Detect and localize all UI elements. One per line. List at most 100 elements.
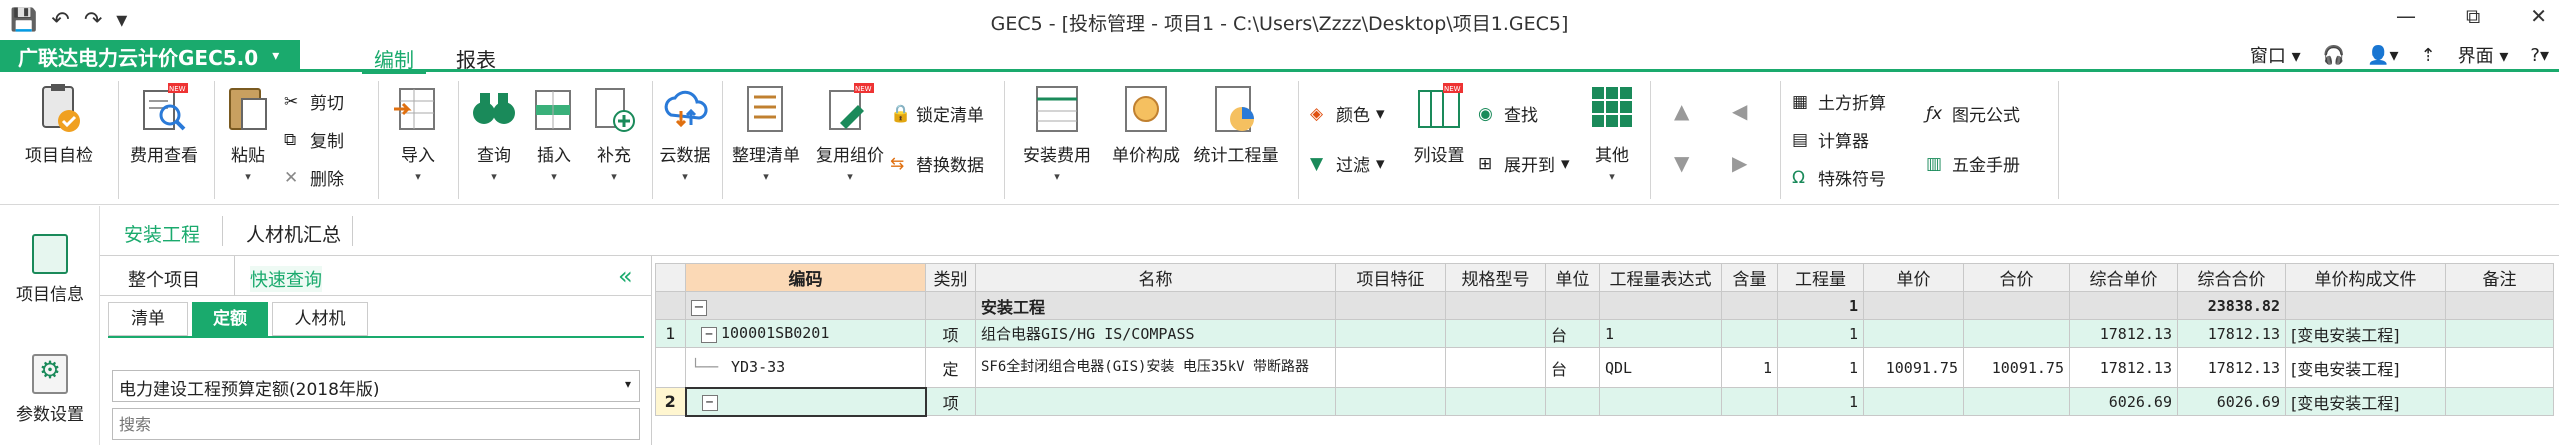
headset-icon[interactable]: 🎧 <box>2323 45 2345 66</box>
cell-name[interactable] <box>975 387 1336 416</box>
collapse-toggle-icon[interactable]: − <box>701 327 717 343</box>
organize-list-button[interactable]: 整理清单 ▾ <box>724 83 808 183</box>
copy-button[interactable]: ⧉ 复制 <box>284 127 344 153</box>
quota-library-select[interactable]: 电力建设工程预算定额(2018年版) ▾ <box>112 370 640 402</box>
reuse-price-button[interactable]: NEW 复用组价 ▾ <box>808 83 892 183</box>
user-icon[interactable]: 👤▾ <box>2367 45 2398 66</box>
cell-feature[interactable] <box>1335 291 1446 320</box>
header-spec[interactable]: 规格型号 <box>1445 263 1546 292</box>
header-comp-total[interactable]: 综合合价 <box>2177 263 2286 292</box>
install-fee-button[interactable]: 安装费用 ▾ <box>1012 83 1102 183</box>
cell-total[interactable] <box>1963 387 2070 416</box>
pin-icon[interactable]: ⇡ <box>2421 45 2436 66</box>
cell-type[interactable]: 定 <box>925 347 976 388</box>
collapse-toggle-icon[interactable]: − <box>701 395 718 411</box>
paste-button[interactable]: 粘贴 ▾ <box>220 83 276 183</box>
hardware-manual-button[interactable]: ▥ 五金手册 <box>1926 151 2020 177</box>
cell-code[interactable]: − <box>685 291 926 320</box>
cell-unit[interactable]: 台 <box>1545 347 1600 388</box>
tab-whole-project[interactable]: 整个项目 <box>128 266 200 292</box>
cell-file[interactable]: [变电安装工程] <box>2285 347 2446 388</box>
cell-qty[interactable]: 1 <box>1777 347 1864 388</box>
cell-feature[interactable] <box>1335 319 1446 348</box>
undo-icon[interactable]: ↶ <box>51 8 69 33</box>
header-code[interactable]: 编码 <box>685 263 926 292</box>
minimize-button[interactable]: — <box>2396 4 2416 28</box>
cell-file[interactable]: [变电安装工程] <box>2285 319 2446 348</box>
header-comp-price[interactable]: 综合单价 <box>2069 263 2178 292</box>
header-name[interactable]: 名称 <box>975 263 1336 292</box>
project-check-button[interactable]: 项目自检 <box>14 83 104 166</box>
table-row[interactable]: └── YD3-33 定 SF6全封闭组合电器(GIS)安装 电压35kV 带断路… <box>655 347 2554 388</box>
cell-comp-total[interactable]: 6026.69 <box>2177 387 2286 416</box>
tab-edit[interactable]: 编制 <box>362 44 426 74</box>
restore-button[interactable]: ⧉ <box>2466 4 2480 28</box>
query-button[interactable]: 查询 ▾ <box>466 83 522 183</box>
expand-to-button[interactable]: ⊞ 展开到 ▾ <box>1478 151 1570 177</box>
insert-button[interactable]: 插入 ▾ <box>526 83 582 183</box>
element-formula-button[interactable]: ƒx 图元公式 <box>1926 101 2020 127</box>
cell-feature[interactable] <box>1335 347 1446 388</box>
special-symbol-button[interactable]: Ω 特殊符号 <box>1792 165 1886 191</box>
cell-total[interactable] <box>1963 291 2070 320</box>
cell-note[interactable] <box>2445 319 2554 348</box>
cell-price[interactable]: 10091.75 <box>1863 347 1964 388</box>
delete-button[interactable]: ✕ 删除 <box>284 165 344 191</box>
nav-project-info[interactable]: 项目信息 <box>0 234 100 305</box>
cell-price[interactable] <box>1863 319 1964 348</box>
cell-unit[interactable]: 台 <box>1545 319 1600 348</box>
redo-icon[interactable]: ↷ <box>84 8 102 33</box>
cell-qty[interactable]: 1 <box>1777 291 1864 320</box>
header-total[interactable]: 合价 <box>1963 263 2070 292</box>
move-up-icon[interactable]: ▲ <box>1674 99 1689 123</box>
cell-name[interactable]: 安装工程 <box>975 291 1336 320</box>
cell-comp-total[interactable]: 17812.13 <box>2177 347 2286 388</box>
header-content[interactable]: 含量 <box>1721 263 1778 292</box>
supplement-button[interactable]: 补充 ▾ <box>586 83 642 183</box>
cell-price[interactable] <box>1863 387 1964 416</box>
cell-type[interactable] <box>925 291 976 320</box>
subtab-list[interactable]: 清单 <box>108 302 188 336</box>
cell-qty[interactable]: 1 <box>1777 387 1864 416</box>
subtab-quota[interactable]: 定额 <box>192 302 268 336</box>
cell-comp-total[interactable]: 17812.13 <box>2177 319 2286 348</box>
cell-comp-total[interactable]: 23838.82 <box>2177 291 2286 320</box>
subtab-labor[interactable]: 人材机 <box>272 302 368 336</box>
header-type[interactable]: 类别 <box>925 263 976 292</box>
cell-code[interactable]: └── YD3-33 <box>685 347 926 388</box>
cell-code[interactable]: −100001SB0201 <box>685 319 926 348</box>
tab-install[interactable]: 安装工程 <box>124 220 201 261</box>
cell-code[interactable]: − <box>684 386 927 417</box>
header-feature[interactable]: 项目特征 <box>1335 263 1446 292</box>
header-unit[interactable]: 单位 <box>1545 263 1600 292</box>
move-left-icon[interactable]: ◀ <box>1732 99 1747 123</box>
cell-note[interactable] <box>2445 347 2554 388</box>
header-price[interactable]: 单价 <box>1863 263 1964 292</box>
cell-spec[interactable] <box>1445 347 1546 388</box>
cell-comp-price[interactable]: 17812.13 <box>2069 347 2178 388</box>
cell-expr[interactable] <box>1599 387 1722 416</box>
close-button[interactable]: ✕ <box>2530 4 2547 28</box>
window-menu[interactable]: 窗口 ▾ <box>2250 42 2301 68</box>
other-button[interactable]: 其他 ▾ <box>1584 83 1640 183</box>
stat-qty-button[interactable]: 统计工程量 <box>1188 83 1284 166</box>
cell-spec[interactable] <box>1445 319 1546 348</box>
table-row[interactable]: − 安装工程 1 23838.82 <box>655 291 2554 320</box>
unit-compose-button[interactable]: 单价构成 <box>1104 83 1188 166</box>
cell-total[interactable]: 10091.75 <box>1963 347 2070 388</box>
cell-file[interactable]: [变电安装工程] <box>2285 387 2446 416</box>
cell-content[interactable] <box>1721 291 1778 320</box>
header-qty[interactable]: 工程量 <box>1777 263 1864 292</box>
help-icon[interactable]: ?▾ <box>2530 45 2549 66</box>
cloud-data-button[interactable]: 云数据 ▾ <box>652 83 718 183</box>
interface-menu[interactable]: 界面 ▾ <box>2458 42 2509 68</box>
cell-name[interactable]: SF6全封闭组合电器(GIS)安装 电压35kV 带断路器 <box>975 347 1336 388</box>
collapse-panel-icon[interactable]: « <box>618 262 633 290</box>
cell-content[interactable] <box>1721 387 1778 416</box>
color-button[interactable]: ◈ 颜色 ▾ <box>1310 101 1385 127</box>
cell-comp-price[interactable]: 6026.69 <box>2069 387 2178 416</box>
cell-comp-price[interactable] <box>2069 291 2178 320</box>
lock-list-button[interactable]: 🔒 锁定清单 <box>890 101 984 127</box>
earthwork-button[interactable]: ▦ 土方折算 <box>1792 89 1886 115</box>
header-expr[interactable]: 工程量表达式 <box>1599 263 1722 292</box>
